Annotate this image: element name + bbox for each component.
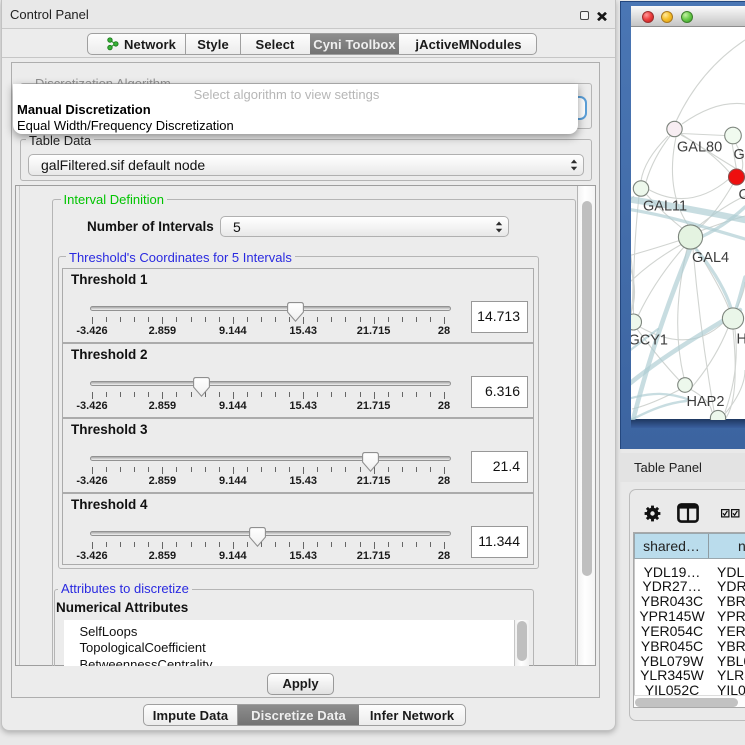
svg-text:GCY1: GCY1 <box>631 333 668 349</box>
svg-text:GAL80: GAL80 <box>677 140 722 156</box>
svg-text:C: C <box>739 187 745 203</box>
svg-text:HAP2: HAP2 <box>687 394 725 410</box>
svg-text:GAL4: GAL4 <box>692 250 729 266</box>
svg-text:GAL11: GAL11 <box>643 199 687 215</box>
svg-text:H: H <box>737 332 745 348</box>
svg-text:GA: GA <box>734 147 745 163</box>
